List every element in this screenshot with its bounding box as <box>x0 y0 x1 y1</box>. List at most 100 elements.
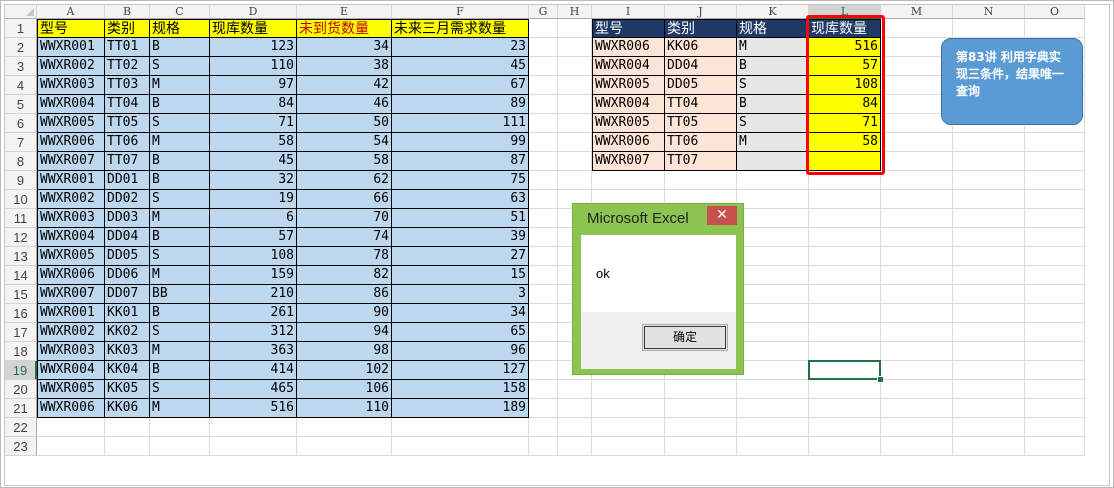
main-cell-stock-qty[interactable]: 465 <box>210 380 297 399</box>
main-cell-pending-qty[interactable]: 90 <box>297 304 392 323</box>
main-cell-stock-qty[interactable]: 110 <box>210 57 297 76</box>
column-header-m[interactable]: M <box>881 5 953 19</box>
main-cell-category[interactable]: DD04 <box>105 228 150 247</box>
main-cell-spec[interactable]: M <box>150 133 210 152</box>
lookup-cell-model[interactable]: WWXR005 <box>592 76 665 95</box>
column-header-o[interactable]: O <box>1025 5 1085 19</box>
main-cell-spec[interactable]: B <box>150 152 210 171</box>
main-cell-stock-qty[interactable]: 159 <box>210 266 297 285</box>
main-cell-model[interactable]: WWXR001 <box>37 171 105 190</box>
main-cell-pending-qty[interactable]: 46 <box>297 95 392 114</box>
main-cell-spec[interactable]: S <box>150 380 210 399</box>
fill-handle[interactable] <box>877 376 884 383</box>
row-header-3[interactable]: 3 <box>5 57 37 76</box>
main-cell-stock-qty[interactable]: 516 <box>210 399 297 418</box>
lookup-cell-spec[interactable]: M <box>737 133 809 152</box>
main-cell-stock-qty[interactable]: 57 <box>210 228 297 247</box>
lookup-cell-category[interactable]: DD05 <box>665 76 737 95</box>
lookup-cell-model[interactable]: WWXR005 <box>592 114 665 133</box>
column-header-j[interactable]: J <box>665 5 737 19</box>
main-cell-demand-qty[interactable]: 127 <box>392 361 529 380</box>
main-cell-stock-qty[interactable]: 261 <box>210 304 297 323</box>
main-cell-demand-qty[interactable]: 111 <box>392 114 529 133</box>
row-header-20[interactable]: 20 <box>5 380 37 399</box>
main-cell-model[interactable]: WWXR002 <box>37 190 105 209</box>
main-cell-category[interactable]: TT05 <box>105 114 150 133</box>
main-cell-model[interactable]: WWXR003 <box>37 76 105 95</box>
main-cell-category[interactable]: DD06 <box>105 266 150 285</box>
main-cell-demand-qty[interactable]: 63 <box>392 190 529 209</box>
main-cell-spec[interactable]: S <box>150 57 210 76</box>
main-cell-category[interactable]: KK01 <box>105 304 150 323</box>
lookup-cell-model[interactable]: WWXR006 <box>592 133 665 152</box>
column-header-c[interactable]: C <box>150 5 210 19</box>
lesson-callout-shape[interactable]: 第83讲 利用字典实现三条件，结果唯一查询 <box>941 38 1083 125</box>
main-cell-pending-qty[interactable]: 86 <box>297 285 392 304</box>
lookup-cell-model[interactable]: WWXR004 <box>592 57 665 76</box>
lookup-cell-model[interactable]: WWXR004 <box>592 95 665 114</box>
main-cell-spec[interactable]: B <box>150 95 210 114</box>
main-cell-pending-qty[interactable]: 82 <box>297 266 392 285</box>
lookup-header-category[interactable]: 类别 <box>665 19 737 38</box>
main-cell-demand-qty[interactable]: 45 <box>392 57 529 76</box>
row-header-12[interactable]: 12 <box>5 228 37 247</box>
column-header-g[interactable]: G <box>529 5 558 19</box>
row-header-14[interactable]: 14 <box>5 266 37 285</box>
main-cell-model[interactable]: WWXR007 <box>37 152 105 171</box>
main-cell-stock-qty[interactable]: 32 <box>210 171 297 190</box>
main-cell-category[interactable]: TT06 <box>105 133 150 152</box>
lookup-cell-spec[interactable]: M <box>737 38 809 57</box>
main-cell-category[interactable]: KK05 <box>105 380 150 399</box>
header-demand-qty[interactable]: 未来三月需求数量 <box>392 19 529 38</box>
main-cell-category[interactable]: TT01 <box>105 38 150 57</box>
column-header-f[interactable]: F <box>392 5 529 19</box>
main-cell-model[interactable]: WWXR001 <box>37 304 105 323</box>
main-cell-pending-qty[interactable]: 58 <box>297 152 392 171</box>
main-cell-category[interactable]: DD02 <box>105 190 150 209</box>
main-cell-pending-qty[interactable]: 34 <box>297 38 392 57</box>
lookup-cell-category[interactable]: TT05 <box>665 114 737 133</box>
main-cell-spec[interactable]: B <box>150 228 210 247</box>
main-cell-demand-qty[interactable]: 99 <box>392 133 529 152</box>
main-cell-pending-qty[interactable]: 50 <box>297 114 392 133</box>
main-cell-stock-qty[interactable]: 363 <box>210 342 297 361</box>
main-cell-model[interactable]: WWXR004 <box>37 361 105 380</box>
main-cell-pending-qty[interactable]: 78 <box>297 247 392 266</box>
row-header-2[interactable]: 2 <box>5 38 37 57</box>
header-spec[interactable]: 规格 <box>150 19 210 38</box>
main-cell-model[interactable]: WWXR004 <box>37 228 105 247</box>
main-cell-demand-qty[interactable]: 34 <box>392 304 529 323</box>
main-cell-pending-qty[interactable]: 74 <box>297 228 392 247</box>
ok-button[interactable]: 确定 <box>642 324 728 351</box>
header-model[interactable]: 型号 <box>37 19 105 38</box>
row-header-9[interactable]: 9 <box>5 171 37 190</box>
main-cell-category[interactable]: KK06 <box>105 399 150 418</box>
main-cell-model[interactable]: WWXR007 <box>37 285 105 304</box>
main-cell-spec[interactable]: S <box>150 114 210 133</box>
lookup-header-model[interactable]: 型号 <box>592 19 665 38</box>
main-cell-stock-qty[interactable]: 71 <box>210 114 297 133</box>
main-cell-spec[interactable]: M <box>150 399 210 418</box>
main-cell-pending-qty[interactable]: 94 <box>297 323 392 342</box>
column-header-b[interactable]: B <box>105 5 150 19</box>
main-cell-model[interactable]: WWXR004 <box>37 95 105 114</box>
main-cell-stock-qty[interactable]: 58 <box>210 133 297 152</box>
main-cell-model[interactable]: WWXR002 <box>37 57 105 76</box>
main-cell-demand-qty[interactable]: 3 <box>392 285 529 304</box>
lookup-cell-spec[interactable]: B <box>737 95 809 114</box>
main-cell-pending-qty[interactable]: 42 <box>297 76 392 95</box>
main-cell-model[interactable]: WWXR006 <box>37 133 105 152</box>
lookup-cell-spec[interactable]: S <box>737 114 809 133</box>
main-cell-demand-qty[interactable]: 51 <box>392 209 529 228</box>
main-cell-category[interactable]: DD03 <box>105 209 150 228</box>
main-cell-spec[interactable]: BB <box>150 285 210 304</box>
row-header-6[interactable]: 6 <box>5 114 37 133</box>
row-header-22[interactable]: 22 <box>5 418 37 437</box>
row-header-19[interactable]: 19 <box>5 361 37 380</box>
main-cell-category[interactable]: KK02 <box>105 323 150 342</box>
row-header-17[interactable]: 17 <box>5 323 37 342</box>
column-header-h[interactable]: H <box>558 5 592 19</box>
main-cell-pending-qty[interactable]: 62 <box>297 171 392 190</box>
main-cell-stock-qty[interactable]: 84 <box>210 95 297 114</box>
main-cell-model[interactable]: WWXR006 <box>37 399 105 418</box>
